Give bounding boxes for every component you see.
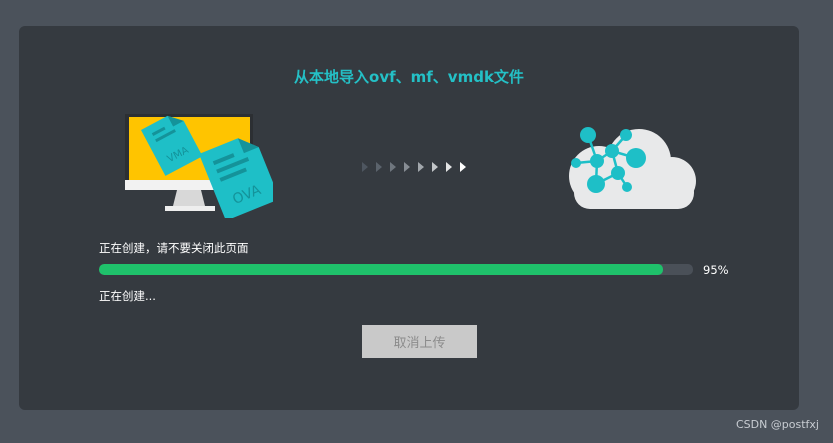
upload-dialog: 从本地导入ovf、mf、vmdk文件 VMA OVA 正在创建，请不要关闭此页面… — [19, 26, 799, 410]
progress-percent: 95% — [703, 263, 729, 277]
creating-warning-text: 正在创建，请不要关闭此页面 — [99, 241, 249, 255]
creating-status-text: 正在创建... — [99, 289, 156, 303]
cloud-network-icon — [569, 127, 696, 209]
watermark: CSDN @postfxj — [735, 418, 819, 431]
computer-icon: VMA OVA — [125, 114, 273, 218]
dialog-title: 从本地导入ovf、mf、vmdk文件 — [294, 68, 524, 86]
transfer-arrows-icon — [362, 162, 466, 172]
cancel-upload-button[interactable]: 取消上传 — [362, 325, 477, 358]
progress-bar-fill — [99, 264, 664, 275]
progress-bar — [99, 264, 693, 275]
